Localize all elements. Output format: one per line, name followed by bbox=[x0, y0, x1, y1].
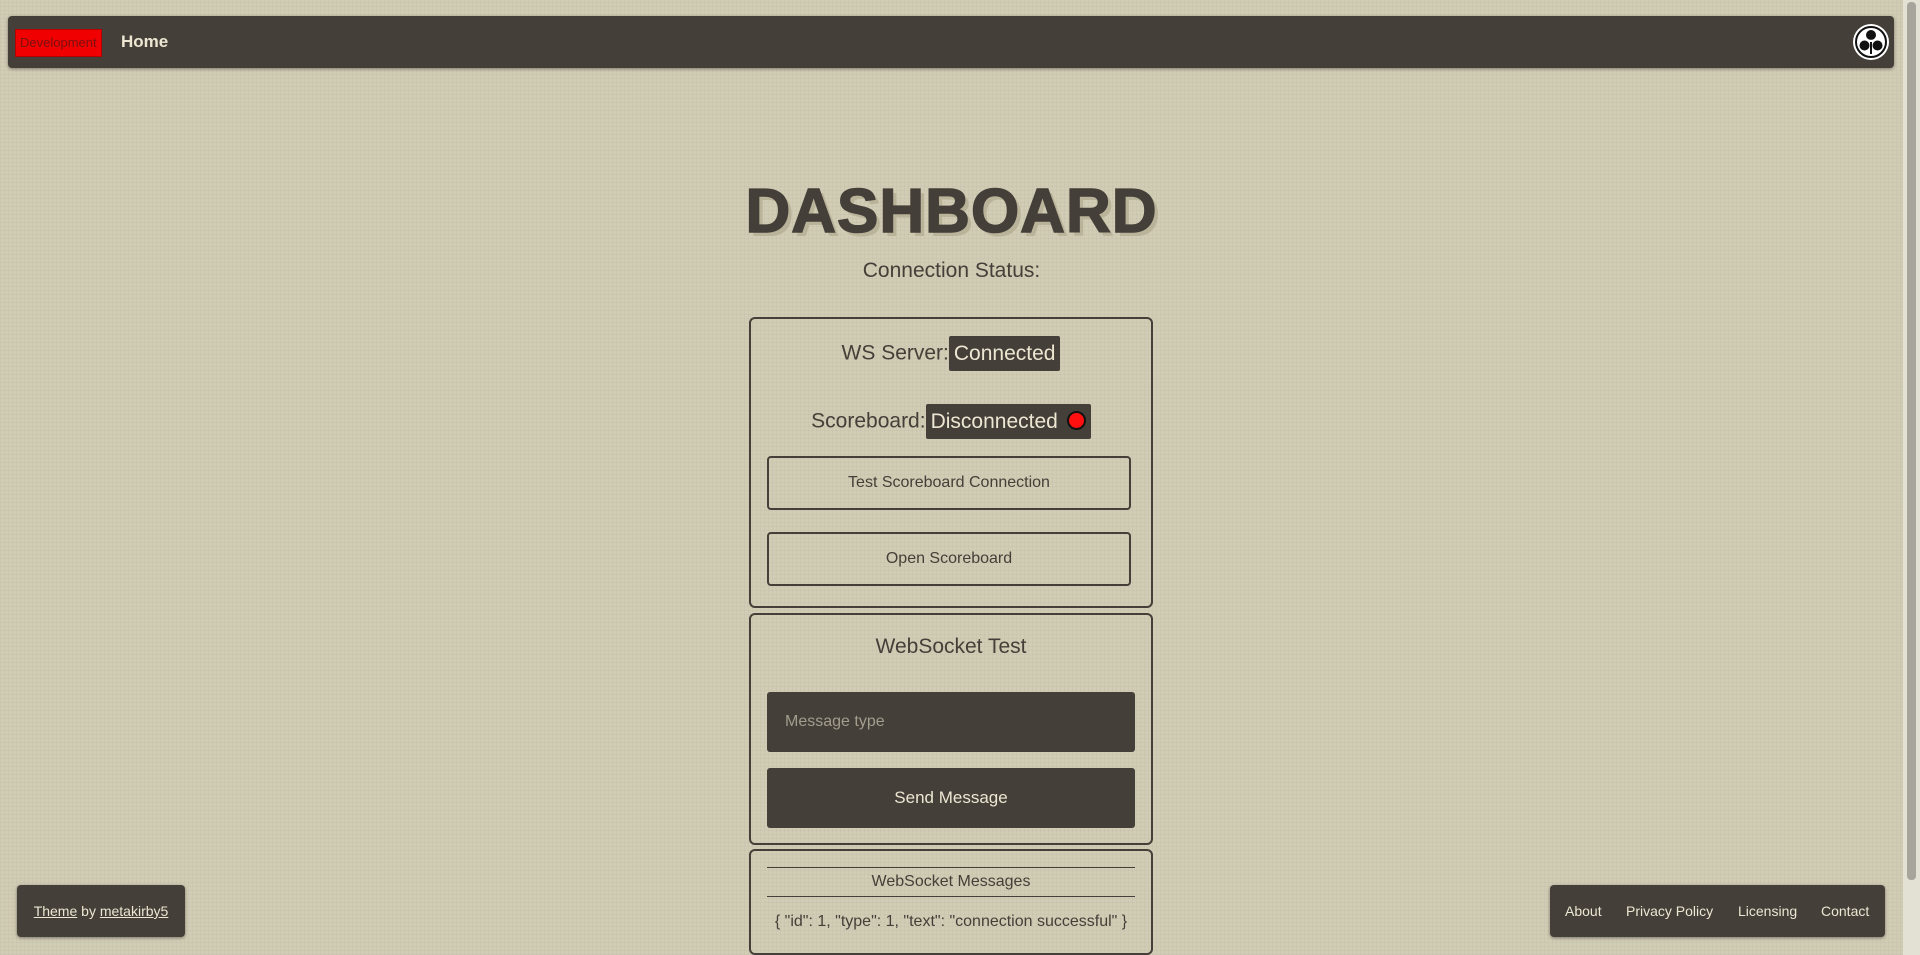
scoreboard-label: Scoreboard: bbox=[811, 409, 926, 433]
footer-link-about[interactable]: About bbox=[1565, 903, 1602, 919]
author-link[interactable]: metakirby5 bbox=[100, 903, 168, 919]
send-message-button[interactable]: Send Message bbox=[767, 768, 1135, 828]
ws-server-status-row: WS Server: Connected bbox=[751, 336, 1151, 371]
websocket-test-panel: WebSocket Test Send Message bbox=[749, 613, 1153, 845]
footer-links: About Privacy Policy Licensing Contact bbox=[1550, 885, 1885, 937]
websocket-messages-title: WebSocket Messages bbox=[767, 867, 1135, 897]
websocket-messages-panel: WebSocket Messages { "id": 1, "type": 1,… bbox=[749, 849, 1153, 955]
footer-link-licensing[interactable]: Licensing bbox=[1738, 903, 1797, 919]
footer-link-privacy-policy[interactable]: Privacy Policy bbox=[1626, 903, 1713, 919]
ws-server-status-badge: Connected bbox=[948, 336, 1061, 371]
theme-link[interactable]: Theme bbox=[34, 903, 78, 919]
by-text: by bbox=[77, 903, 100, 919]
page-title: DASHBOARD bbox=[745, 176, 1158, 247]
status-indicator-icon bbox=[1066, 411, 1086, 430]
environment-badge: Development bbox=[15, 29, 102, 57]
connection-status-panel: WS Server: Connected Scoreboard: Disconnec… bbox=[749, 317, 1153, 608]
scrollbar-thumb[interactable] bbox=[1907, 2, 1916, 880]
websocket-test-title: WebSocket Test bbox=[875, 635, 1027, 658]
message-type-input[interactable] bbox=[767, 692, 1135, 752]
scoreboard-status-text: Disconnected bbox=[930, 410, 1058, 433]
nav-home-link[interactable]: Home bbox=[121, 32, 168, 52]
open-scoreboard-button[interactable]: Open Scoreboard bbox=[767, 532, 1131, 586]
footer-link-contact[interactable]: Contact bbox=[1821, 903, 1869, 919]
top-navbar: Development Home bbox=[8, 16, 1894, 68]
test-scoreboard-connection-button[interactable]: Test Scoreboard Connection bbox=[767, 456, 1131, 510]
connection-status-heading: Connection Status: bbox=[862, 259, 1041, 282]
vertical-scrollbar[interactable] bbox=[1903, 0, 1920, 955]
scoreboard-status-badge: Disconnected bbox=[925, 404, 1091, 439]
theme-credit-footer: Theme by metakirby5 bbox=[17, 885, 185, 937]
trefoil-logo-icon[interactable] bbox=[1853, 24, 1889, 60]
message-list-item: { "id": 1, "type": 1, "text": "connectio… bbox=[774, 913, 1128, 930]
scoreboard-status-row: Scoreboard: Disconnected bbox=[751, 404, 1151, 439]
ws-server-label: WS Server: bbox=[841, 341, 949, 365]
